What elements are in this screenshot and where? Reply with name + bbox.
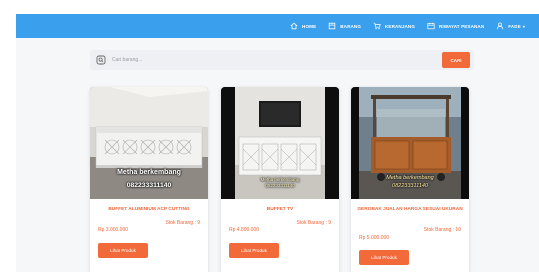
search-input[interactable]: [112, 53, 412, 67]
search-bar: CARI: [90, 50, 474, 70]
product-title: BUFFET ALUMINIUM ACP CUTTING: [108, 207, 190, 212]
image-watermark-line1: Metha berkembang: [260, 177, 300, 182]
screenshot-frame-top: [0, 0, 539, 14]
view-product-button[interactable]: Lihat Produk: [229, 243, 279, 258]
search-icon: [96, 55, 106, 65]
box-icon: [329, 22, 336, 30]
product-image[interactable]: Metha berkembang 082233311140: [221, 87, 339, 199]
nav-item-riwayat-label: RIWAYAT PESANAN: [439, 23, 485, 29]
image-watermark-line2: 082233311140: [265, 183, 295, 188]
home-icon: [290, 22, 298, 30]
product-title: BUFFET TV: [266, 207, 294, 212]
nav-item-barang-label: BARANG: [340, 23, 361, 29]
product-card[interactable]: Metha berkembang 082233311140 BUFFET TV …: [221, 87, 339, 272]
image-watermark-line2: 082233311140: [392, 183, 428, 189]
nav-item-barang[interactable]: BARANG: [328, 22, 361, 30]
top-navbar: HOME BARANG KERANJANG RIWAYAT PESANAN FA…: [16, 14, 539, 38]
view-product-button[interactable]: Lihat Produk: [359, 250, 409, 265]
image-watermark-line1: Metha berkembang: [386, 175, 434, 181]
product-price: Rp 5.000.000: [359, 235, 390, 241]
nav-item-home[interactable]: HOME: [290, 22, 316, 30]
nav-item-keranjang[interactable]: KERANJANG: [373, 22, 415, 30]
product-card[interactable]: Metha berkembang 082233311140 BUFFET ALU…: [90, 87, 208, 272]
product-stock: Stok Barang : 10: [423, 227, 461, 233]
product-image[interactable]: Metha berkembang 082233311140: [351, 87, 469, 199]
nav-item-home-label: HOME: [302, 23, 317, 29]
product-price: Rp 3.000.000: [98, 227, 129, 233]
nav-menu: HOME BARANG KERANJANG RIWAYAT PESANAN FA…: [278, 14, 525, 38]
nav-item-user-label: FADE: [508, 23, 521, 29]
cart-icon: [373, 22, 381, 30]
product-stock: Stok Barang : 9: [296, 220, 331, 226]
product-stock: Stok Barang : 9: [165, 220, 200, 226]
image-watermark-line1: Metha berkembang: [117, 169, 181, 176]
nav-item-user-menu[interactable]: FADE ▾: [496, 22, 525, 30]
search-button[interactable]: CARI: [442, 52, 470, 68]
nav-item-keranjang-label: KERANJANG: [385, 23, 415, 29]
product-title: GEROBAK JUALAN HARGA SESUAI UKURAN: [357, 207, 463, 212]
user-icon: [497, 22, 504, 30]
product-price: Rp 4.800.000: [229, 227, 260, 233]
main-content: CARI Metha berkembang 082233311140 BUF: [16, 38, 539, 272]
view-product-button[interactable]: Lihat Produk: [98, 243, 148, 258]
product-image[interactable]: Metha berkembang 082233311140: [90, 87, 208, 199]
nav-item-riwayat[interactable]: RIWAYAT PESANAN: [427, 22, 484, 30]
screenshot-frame-left: [0, 0, 16, 272]
chevron-down-icon: ▾: [522, 23, 525, 29]
product-card[interactable]: Metha berkembang 082233311140 GEROBAK JU…: [351, 87, 469, 272]
image-watermark-line2: 082233311140: [126, 182, 172, 189]
history-icon: [427, 22, 435, 30]
